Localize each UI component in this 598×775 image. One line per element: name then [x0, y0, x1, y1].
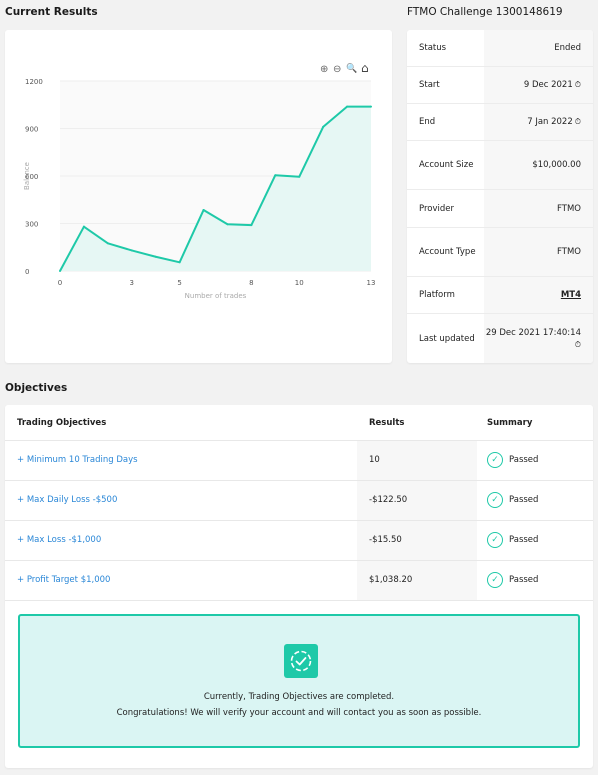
clock-icon: ⏱: [574, 80, 581, 89]
data-point: [370, 105, 372, 108]
table-row: + Minimum 10 Trading Days 10 ✓ Passed: [5, 441, 593, 481]
balance-chart: 030060090012000 3 5 8 10 13Number of tradesBa…: [23, 78, 376, 300]
objectives-completed-banner: Currently, Trading Objectives are comple…: [18, 614, 580, 748]
info-row-end: End 7 Jan 2022 ⏱: [407, 104, 593, 141]
table-row: + Profit Target $1,000 $1,038.20 ✓ Passed: [5, 561, 593, 601]
info-label: Provider: [419, 203, 454, 214]
objective-min-trading-days-link[interactable]: + Minimum 10 Trading Days: [17, 455, 138, 465]
data-point: [250, 224, 253, 227]
objective-summary: ✓ Passed: [487, 452, 538, 468]
info-row-account-type: Account Type FTMO: [407, 228, 593, 277]
data-point: [178, 261, 181, 264]
status-value: Ended: [484, 30, 593, 66]
objective-summary: ✓ Passed: [487, 572, 538, 588]
completed-message: Currently, Trading Objectives are comple…: [203, 692, 395, 702]
info-label: Account Type: [419, 247, 476, 257]
check-circle-icon: ✓: [487, 572, 503, 588]
objective-profit-target-link[interactable]: + Profit Target $1,000: [17, 575, 110, 585]
data-point: [298, 175, 301, 178]
data-point: [106, 242, 109, 245]
data-point: [226, 223, 229, 226]
last-updated-value: 29 Dec 2021 17:40:14 ⏱: [484, 314, 593, 363]
y-tick-label: 900: [25, 126, 38, 134]
account-info-table: Status Ended Start 9 Dec 2021 ⏱ End 7 Jan…: [407, 30, 593, 363]
x-tick-label: 3: [130, 279, 134, 287]
objective-result: -$122.50: [357, 481, 477, 520]
info-row-account-size: Account Size $10,000.00: [407, 141, 593, 190]
data-point: [82, 225, 85, 228]
table-row: + Max Loss -$1,000 -$15.50 ✓ Passed: [5, 521, 593, 561]
table-row: + Max Daily Loss -$500 -$122.50 ✓ Passed: [5, 481, 593, 521]
data-point: [202, 209, 205, 212]
account-title: FTMO Challenge 1300148619: [407, 6, 563, 18]
x-tick-label: 13: [367, 279, 376, 287]
info-label: Platform: [419, 290, 455, 300]
start-value: 9 Dec 2021 ⏱: [484, 67, 593, 103]
data-point: [346, 105, 349, 108]
header-summary: Summary: [487, 418, 533, 428]
current-results-title: Current Results: [5, 6, 98, 18]
data-point: [154, 255, 157, 258]
info-label: End: [419, 117, 436, 127]
account-size-value: $10,000.00: [484, 141, 593, 189]
objectives-header: Trading Objectives Results Summary: [5, 405, 593, 441]
y-axis-title: Balance: [23, 162, 31, 190]
congratulations-message: Congratulations! We will verify your acc…: [116, 708, 482, 718]
x-tick-label: 8: [249, 279, 253, 287]
badge-check-icon: [284, 644, 318, 678]
info-label: Start: [419, 80, 440, 90]
info-row-provider: Provider FTMO: [407, 190, 593, 228]
objective-result: 10: [357, 441, 477, 480]
platform-link[interactable]: MT4: [484, 277, 593, 313]
objectives-title: Objectives: [5, 382, 68, 394]
objective-result: -$15.50: [357, 521, 477, 560]
y-tick-label: 300: [25, 221, 38, 229]
info-row-start: Start 9 Dec 2021 ⏱: [407, 67, 593, 104]
clock-icon: ⏱: [574, 339, 581, 349]
data-point: [130, 249, 133, 252]
check-circle-icon: ✓: [487, 492, 503, 508]
y-tick-label: 0: [25, 268, 29, 276]
account-type-value: FTMO: [484, 228, 593, 276]
info-label: Last updated: [419, 333, 475, 344]
check-circle-icon: ✓: [487, 452, 503, 468]
provider-value: FTMO: [484, 190, 593, 227]
x-tick-label: 5: [177, 279, 181, 287]
objective-max-loss-link[interactable]: + Max Loss -$1,000: [17, 535, 101, 545]
data-point: [274, 174, 277, 177]
info-row-status: Status Ended: [407, 30, 593, 67]
y-tick-label: 1200: [25, 78, 43, 86]
check-circle-icon: ✓: [487, 532, 503, 548]
end-value: 7 Jan 2022 ⏱: [484, 104, 593, 140]
data-point: [59, 270, 61, 272]
objective-summary: ✓ Passed: [487, 492, 538, 508]
balance-chart-card: ⊕ ⊖ 🔍 ⌂ 0 300 600 900 1200 0 3 5 8 10 13 Number of …: [5, 30, 392, 363]
header-trading-objectives: Trading Objectives: [17, 418, 107, 428]
objective-max-daily-loss-link[interactable]: + Max Daily Loss -$500: [17, 495, 117, 505]
info-row-platform: Platform MT4: [407, 277, 593, 314]
data-point: [322, 125, 325, 128]
header-results: Results: [369, 418, 405, 428]
x-tick-label: 0: [58, 279, 62, 287]
objective-summary: ✓ Passed: [487, 532, 538, 548]
x-tick-label: 10: [295, 279, 304, 287]
objective-result: $1,038.20: [357, 561, 477, 600]
info-label: Account Size: [419, 160, 474, 170]
clock-icon: ⏱: [574, 117, 581, 126]
objectives-table: Trading Objectives Results Summary + Min…: [5, 405, 593, 768]
info-row-last-updated: Last updated 29 Dec 2021 17:40:14 ⏱: [407, 314, 593, 363]
x-axis-title: Number of trades: [185, 292, 247, 300]
info-label: Status: [419, 43, 447, 53]
